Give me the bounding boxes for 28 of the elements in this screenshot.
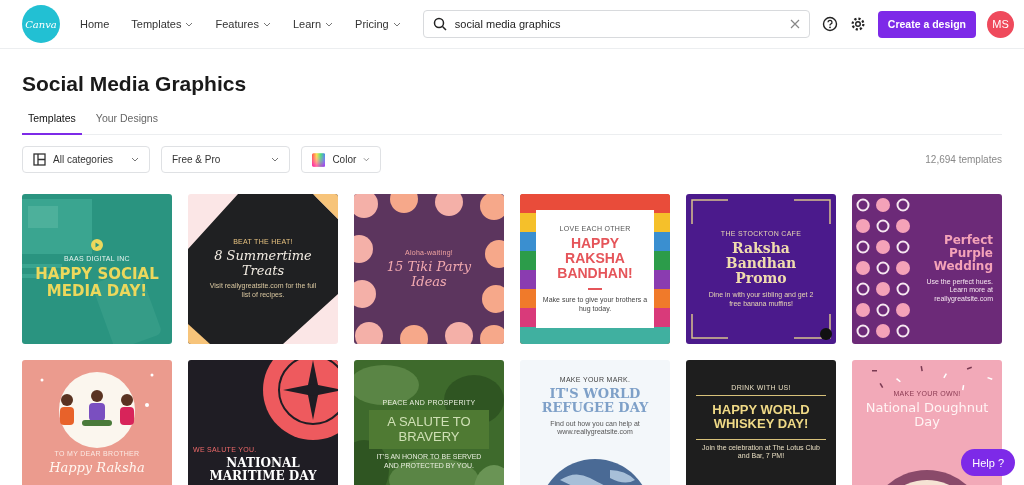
nav-link[interactable]: Learn — [292, 18, 334, 30]
nav-link[interactable]: Pricing — [355, 18, 401, 30]
search-field[interactable]: social media graphics — [422, 10, 810, 38]
create-design-button[interactable]: Create a design — [877, 10, 976, 38]
page-title: Social Media Graphics — [22, 72, 248, 96]
filter-dropdown[interactable]: Color — [301, 146, 381, 173]
card-title: A SALUTE TO BRAVERY — [386, 415, 472, 445]
tab[interactable]: Your Designs — [89, 110, 164, 135]
card-title: NATIONAL MARITIME DAY — [208, 457, 318, 484]
filter-dropdown[interactable]: Free & Pro — [161, 146, 290, 173]
card-title: IT'S WORLD REFUGEE DAY — [540, 387, 650, 416]
tab[interactable]: Templates — [22, 110, 82, 135]
nav-link[interactable]: Home — [80, 18, 110, 30]
card-title: Perfect Purple Wedding — [932, 234, 993, 274]
card-title: Happy Raksha — [49, 461, 145, 476]
card-title: Raksha Bandhan Promo — [724, 240, 798, 287]
user-avatar[interactable]: MS — [987, 10, 1014, 38]
card-title: National Doughnut Day — [864, 401, 990, 430]
nav-link[interactable]: Templates — [131, 18, 194, 30]
help-button[interactable]: Help ? — [961, 449, 1015, 476]
card-title: HAPPY RAKSHA BANDHAN! — [556, 235, 634, 282]
card-title: 15 Tiki Party Ideas — [385, 260, 473, 289]
card-title: 8 Summertime Treats — [213, 249, 313, 279]
nav-link[interactable]: Features — [215, 18, 271, 30]
template-count: 12,694 templates — [925, 154, 1002, 165]
card-title: HAPPY SOCIAL MEDIA DAY! — [34, 266, 160, 299]
filter-dropdown[interactable]: All categories — [22, 146, 150, 173]
card-title: HAPPY WORLD WHISKEY DAY! — [711, 403, 811, 432]
